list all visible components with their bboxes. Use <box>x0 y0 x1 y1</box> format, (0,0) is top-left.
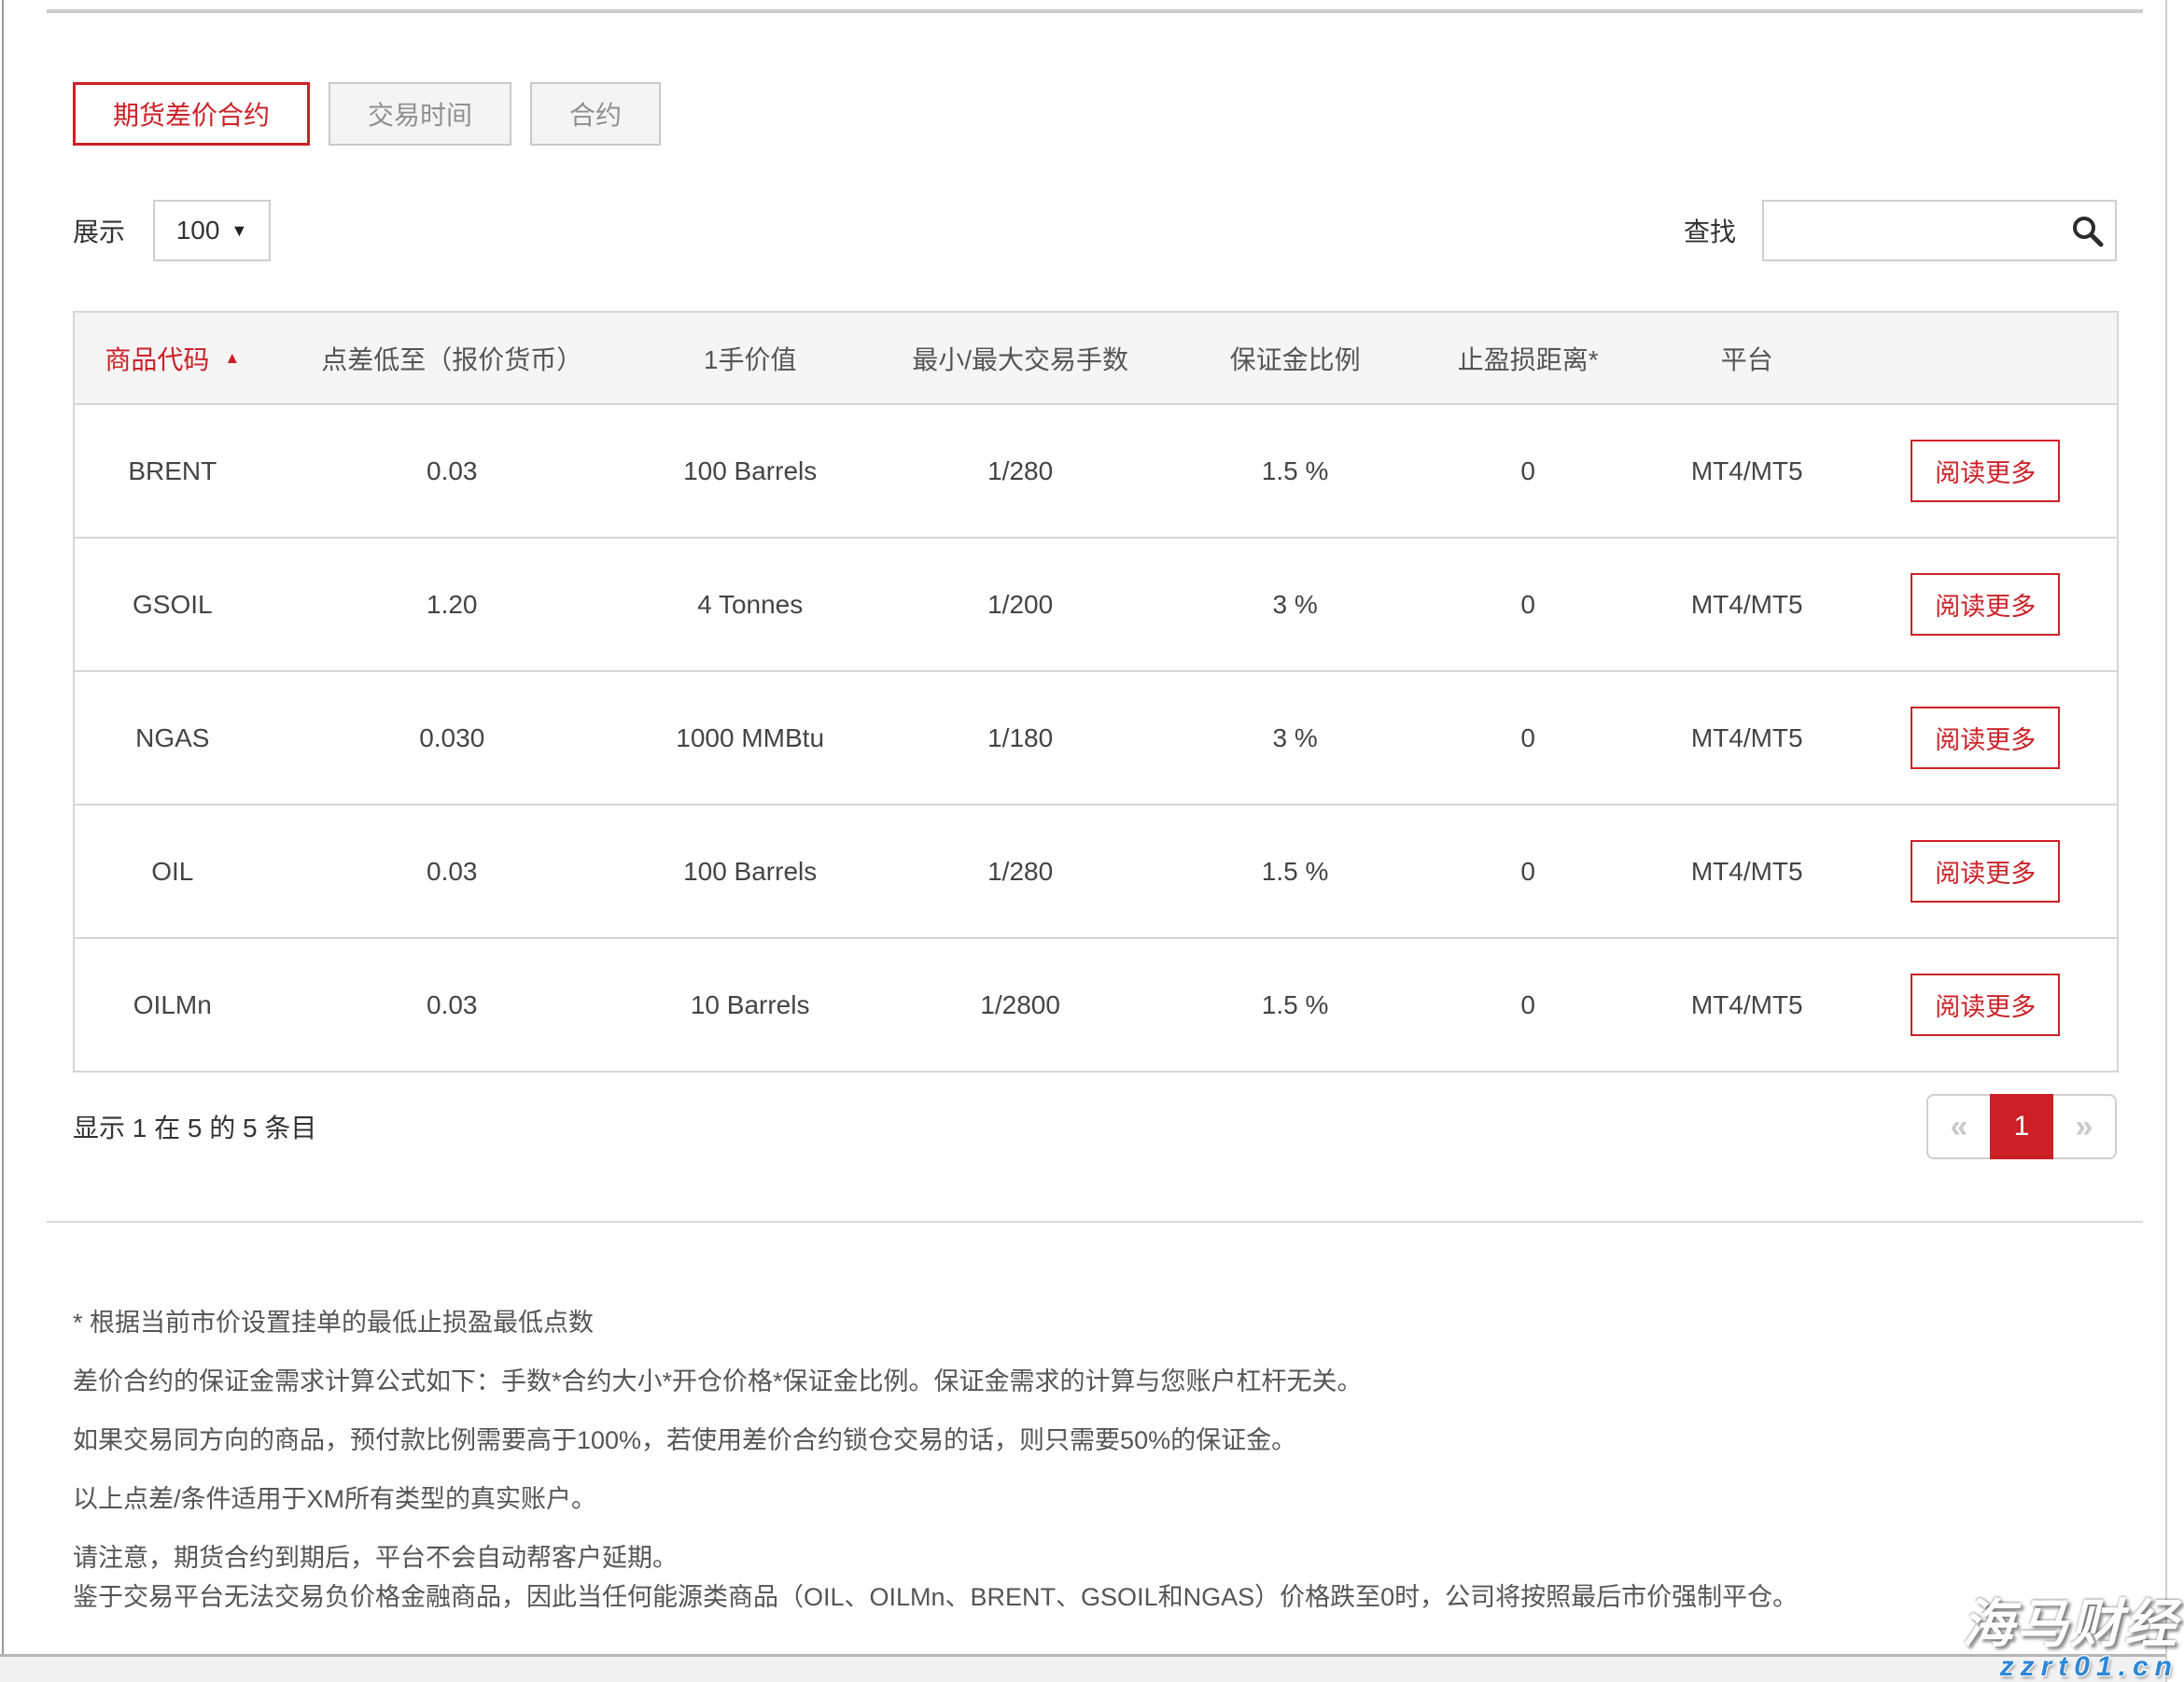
table-controls: 展示 100 ▼ 查找 <box>73 199 2117 262</box>
cell-min-max-lots: 1/200 <box>866 539 1173 670</box>
cell-platform: MT4/MT5 <box>1640 539 1855 670</box>
cell-lot-value: 10 Barrels <box>634 939 867 1071</box>
footnote-hedged-margin: 如果交易同方向的商品，预付款比例需要高于100%，若使用差价合约锁仓交易的话，则… <box>73 1421 2051 1460</box>
column-header-spread[interactable]: 点差低至（报价货币） <box>271 313 634 403</box>
entries-per-page-value: 100 <box>176 216 220 245</box>
footnote-margin-formula: 差价合约的保证金需求计算公式如下：手数*合约大小*开仓价格*保证金比例。保证金需… <box>73 1362 2051 1401</box>
cell-min-max-lots: 1/280 <box>866 405 1173 537</box>
read-more-button[interactable]: 阅读更多 <box>1911 974 2060 1036</box>
cell-platform: MT4/MT5 <box>1640 405 1855 537</box>
cell-stop-distance: 0 <box>1416 405 1640 537</box>
footer-strip <box>0 1654 2165 1682</box>
cell-stop-distance: 0 <box>1416 539 1640 670</box>
cell-spread: 0.030 <box>271 672 634 804</box>
column-header-margin[interactable]: 保证金比例 <box>1174 313 1417 403</box>
show-entries-label: 展示 <box>73 212 125 249</box>
cell-margin: 3 % <box>1174 672 1417 804</box>
cell-margin: 1.5 % <box>1174 405 1417 537</box>
column-header-symbol[interactable]: 商品代码 ▲ <box>75 313 271 403</box>
watermark-url: zzrt01.cn <box>1962 1652 2178 1682</box>
pagination: « 1 » <box>1926 1094 2117 1159</box>
top-divider <box>47 9 2143 13</box>
previous-page-button[interactable]: « <box>1926 1094 1990 1159</box>
cell-lot-value: 4 Tonnes <box>634 539 867 670</box>
cell-symbol: BRENT <box>75 405 271 537</box>
cell-spread: 0.03 <box>271 939 634 1071</box>
search-icon[interactable] <box>2070 214 2104 247</box>
tab-contracts[interactable]: 合约 <box>530 82 661 146</box>
cell-stop-distance: 0 <box>1416 806 1640 937</box>
entries-per-page-select[interactable]: 100 ▼ <box>153 200 271 261</box>
cell-margin: 1.5 % <box>1174 806 1417 937</box>
cell-spread: 0.03 <box>271 405 634 537</box>
column-header-platform[interactable]: 平台 <box>1640 313 1855 403</box>
cell-spread: 1.20 <box>271 539 634 670</box>
cell-lot-value: 1000 MMBtu <box>634 672 867 804</box>
cell-platform: MT4/MT5 <box>1640 806 1855 937</box>
sort-ascending-icon: ▲ <box>224 349 240 368</box>
table-row-brent: BRENT 0.03 100 Barrels 1/280 1.5 % 0 MT4… <box>75 403 2117 537</box>
futures-cfd-page: 期货差价合约 交易时间 合约 展示 100 ▼ 查找 商品代码 <box>0 0 2184 1682</box>
left-edge-line <box>2 0 4 1682</box>
cell-lot-value: 100 Barrels <box>634 405 867 537</box>
table-row-oilmn: OILMn 0.03 10 Barrels 1/2800 1.5 % 0 MT4… <box>75 937 2117 1071</box>
cell-platform: MT4/MT5 <box>1640 939 1855 1071</box>
tab-bar: 期货差价合约 交易时间 合约 <box>73 82 661 146</box>
watermark: 海马财经 zzrt01.cn <box>1962 1596 2178 1682</box>
cell-symbol: OILMn <box>75 939 271 1071</box>
table-row-ngas: NGAS 0.030 1000 MMBtu 1/180 3 % 0 MT4/MT… <box>75 670 2117 804</box>
cell-min-max-lots: 1/180 <box>866 672 1173 804</box>
tab-futures-cfd[interactable]: 期货差价合约 <box>73 82 310 146</box>
table-header-row: 商品代码 ▲ 点差低至（报价货币） 1手价值 最小/最大交易手数 保证金比例 止… <box>75 313 2117 403</box>
cell-margin: 1.5 % <box>1174 939 1417 1071</box>
instruments-table: 商品代码 ▲ 点差低至（报价货币） 1手价值 最小/最大交易手数 保证金比例 止… <box>73 311 2119 1072</box>
read-more-button[interactable]: 阅读更多 <box>1911 573 2060 636</box>
current-page-button[interactable]: 1 <box>1990 1094 2053 1159</box>
column-header-lot-value[interactable]: 1手价值 <box>634 313 867 403</box>
cell-symbol: NGAS <box>75 672 271 804</box>
cell-min-max-lots: 1/2800 <box>866 939 1173 1071</box>
cell-lot-value: 100 Barrels <box>634 806 867 937</box>
chevron-down-icon: ▼ <box>231 221 247 241</box>
footnote-stop-levels: * 根据当前市价设置挂单的最低止损盈最低点数 <box>73 1303 2051 1342</box>
table-footer: 显示 1 在 5 的 5 条目 « 1 » <box>73 1094 2117 1159</box>
cell-platform: MT4/MT5 <box>1640 672 1855 804</box>
cell-stop-distance: 0 <box>1416 672 1640 804</box>
footnote-real-accounts: 以上点差/条件适用于XM所有类型的真实账户。 <box>73 1479 2051 1519</box>
search-input[interactable] <box>1762 200 2117 261</box>
next-page-button[interactable]: » <box>2053 1094 2117 1159</box>
read-more-button[interactable]: 阅读更多 <box>1911 707 2060 769</box>
search-label: 查找 <box>1684 212 1736 249</box>
cell-symbol: GSOIL <box>75 539 271 670</box>
entries-summary: 显示 1 在 5 的 5 条目 <box>73 1108 316 1145</box>
column-header-stop-distance[interactable]: 止盈损距离* <box>1416 313 1640 403</box>
table-row-oil: OIL 0.03 100 Barrels 1/280 1.5 % 0 MT4/M… <box>75 804 2117 937</box>
tab-trading-hours[interactable]: 交易时间 <box>329 82 511 146</box>
watermark-title: 海马财经 <box>1962 1596 2178 1652</box>
footnote-expiry-notice: 请注意，期货合约到期后，平台不会自动帮客户延期。 鉴于交易平台无法交易负价格金融… <box>73 1538 2051 1617</box>
read-more-button[interactable]: 阅读更多 <box>1911 840 2060 903</box>
cell-symbol: OIL <box>75 806 271 937</box>
column-header-actions <box>1855 313 2118 403</box>
cell-spread: 0.03 <box>271 806 634 937</box>
right-edge-line <box>2165 0 2167 1682</box>
column-header-symbol-label: 商品代码 <box>105 340 209 377</box>
cell-stop-distance: 0 <box>1416 939 1640 1071</box>
cell-margin: 3 % <box>1174 539 1417 670</box>
read-more-button[interactable]: 阅读更多 <box>1911 440 2060 502</box>
cell-min-max-lots: 1/280 <box>866 806 1173 937</box>
footnotes: * 根据当前市价设置挂单的最低止损盈最低点数 差价合约的保证金需求计算公式如下：… <box>73 1303 2051 1636</box>
table-row-gsoil: GSOIL 1.20 4 Tonnes 1/200 3 % 0 MT4/MT5 … <box>75 537 2117 670</box>
section-divider <box>47 1221 2143 1223</box>
column-header-min-max-lots[interactable]: 最小/最大交易手数 <box>866 313 1173 403</box>
